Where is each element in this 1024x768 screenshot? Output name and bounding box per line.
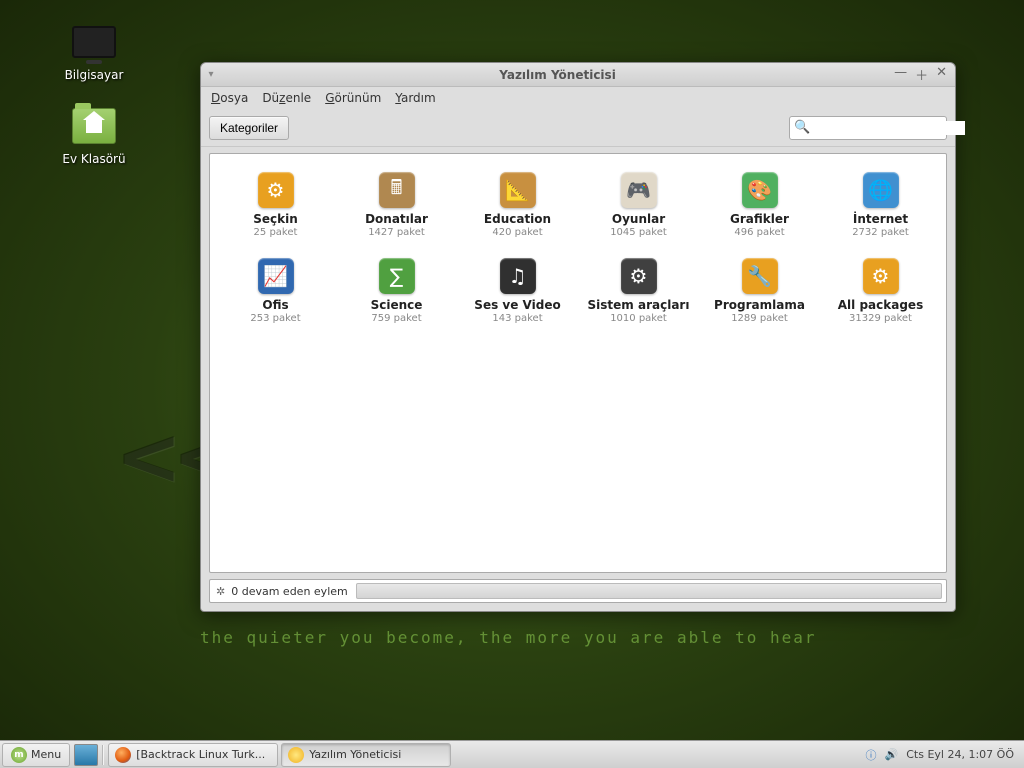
start-menu-label: Menu bbox=[31, 748, 61, 761]
category-name: Grafikler bbox=[702, 212, 817, 226]
taskbar-item-label: [Backtrack Linux Turk... bbox=[136, 748, 265, 761]
category-item[interactable]: ⚙ Seçkin25 paket bbox=[218, 172, 333, 238]
category-name: Oyunlar bbox=[581, 212, 696, 226]
category-item[interactable]: ∑ Science759 paket bbox=[339, 258, 454, 324]
category-count: 143 paket bbox=[460, 313, 575, 324]
category-icon: 📈 bbox=[258, 258, 294, 294]
category-item[interactable]: 🎮 Oyunlar1045 paket bbox=[581, 172, 696, 238]
menu-view[interactable]: Görünüm bbox=[325, 91, 381, 105]
info-icon[interactable]: ⓘ bbox=[866, 747, 877, 763]
category-icon: ⚙ bbox=[863, 258, 899, 294]
category-list: ⚙ Seçkin25 paket 🖩 Donatılar1427 paket 📐 Educ… bbox=[209, 153, 947, 573]
category-count: 1427 paket bbox=[339, 227, 454, 238]
category-name: Sistem araçları bbox=[581, 298, 696, 312]
minimize-button[interactable]: — bbox=[894, 65, 907, 84]
category-icon: ⚙ bbox=[258, 172, 294, 208]
category-name: Ofis bbox=[218, 298, 333, 312]
window-title: Yazılım Yöneticisi bbox=[221, 68, 894, 82]
category-name: Donatılar bbox=[339, 212, 454, 226]
close-button[interactable]: ✕ bbox=[936, 65, 947, 84]
gear-icon: ✲ bbox=[210, 585, 231, 598]
taskbar-item-label: Yazılım Yöneticisi bbox=[309, 748, 401, 761]
category-name: Education bbox=[460, 212, 575, 226]
category-icon: 🎨 bbox=[742, 172, 778, 208]
category-count: 1010 paket bbox=[581, 313, 696, 324]
category-item[interactable]: 📈 Ofis253 paket bbox=[218, 258, 333, 324]
status-text: 0 devam eden eylem bbox=[231, 585, 354, 598]
system-tray: ⓘ 🔊 Cts Eyl 24, 1:07 ÖÖ bbox=[856, 747, 1024, 763]
system-menu-icon[interactable]: ▾ bbox=[201, 69, 221, 80]
category-item[interactable]: 📐 Education420 paket bbox=[460, 172, 575, 238]
category-count: 2732 paket bbox=[823, 227, 938, 238]
menubar: Dosya Düzenle Görünüm Yardım bbox=[201, 87, 955, 109]
category-icon: 🌐 bbox=[863, 172, 899, 208]
firefox-icon bbox=[115, 747, 131, 763]
category-count: 1045 paket bbox=[581, 227, 696, 238]
desktop-icon-label: Bilgisayar bbox=[50, 68, 138, 82]
taskbar-item-software-manager[interactable]: Yazılım Yöneticisi bbox=[281, 743, 451, 767]
category-count: 759 paket bbox=[339, 313, 454, 324]
category-item[interactable]: 🎨 Grafikler496 paket bbox=[702, 172, 817, 238]
category-icon: ♫ bbox=[500, 258, 536, 294]
software-manager-icon bbox=[288, 747, 304, 763]
clock[interactable]: Cts Eyl 24, 1:07 ÖÖ bbox=[906, 748, 1014, 761]
category-name: Ses ve Video bbox=[460, 298, 575, 312]
menu-help[interactable]: Yardım bbox=[395, 91, 435, 105]
panel-separator bbox=[102, 745, 104, 765]
wallpaper-text: the quieter you become, the more you are… bbox=[200, 628, 817, 647]
category-name: Science bbox=[339, 298, 454, 312]
category-count: 420 paket bbox=[460, 227, 575, 238]
search-input[interactable] bbox=[810, 121, 965, 135]
progress-bar bbox=[356, 583, 942, 599]
category-icon: ∑ bbox=[379, 258, 415, 294]
category-name: Programlama bbox=[702, 298, 817, 312]
start-menu-button[interactable]: m Menu bbox=[2, 743, 70, 767]
category-icon: 🔧 bbox=[742, 258, 778, 294]
category-count: 31329 paket bbox=[823, 313, 938, 324]
category-item[interactable]: 🔧 Programlama1289 paket bbox=[702, 258, 817, 324]
maximize-button[interactable]: ＋ bbox=[915, 65, 928, 84]
category-item[interactable]: 🌐 İnternet2732 paket bbox=[823, 172, 938, 238]
category-count: 496 paket bbox=[702, 227, 817, 238]
category-name: Seçkin bbox=[218, 212, 333, 226]
software-manager-window: ▾ Yazılım Yöneticisi — ＋ ✕ Dosya Düzenle… bbox=[200, 62, 956, 612]
categories-button[interactable]: Kategoriler bbox=[209, 116, 289, 140]
menu-edit[interactable]: Düzenle bbox=[262, 91, 311, 105]
monitor-icon bbox=[70, 20, 118, 64]
mint-logo-icon: m bbox=[11, 747, 27, 763]
titlebar[interactable]: ▾ Yazılım Yöneticisi — ＋ ✕ bbox=[201, 63, 955, 87]
folder-home-icon bbox=[70, 104, 118, 148]
category-count: 1289 paket bbox=[702, 313, 817, 324]
category-count: 253 paket bbox=[218, 313, 333, 324]
menu-file[interactable]: Dosya bbox=[211, 91, 248, 105]
category-icon: 📐 bbox=[500, 172, 536, 208]
desktop-icon-label: Ev Klasörü bbox=[50, 152, 138, 166]
category-name: All packages bbox=[823, 298, 938, 312]
category-name: İnternet bbox=[823, 212, 938, 226]
show-desktop-button[interactable] bbox=[74, 744, 98, 766]
volume-icon[interactable]: 🔊 bbox=[885, 748, 899, 761]
category-item[interactable]: ⚙ Sistem araçları1010 paket bbox=[581, 258, 696, 324]
category-icon: ⚙ bbox=[621, 258, 657, 294]
category-count: 25 paket bbox=[218, 227, 333, 238]
category-item[interactable]: ♫ Ses ve Video143 paket bbox=[460, 258, 575, 324]
search-box[interactable]: 🔍 bbox=[789, 116, 947, 140]
category-item[interactable]: ⚙ All packages31329 paket bbox=[823, 258, 938, 324]
desktop-icon-home[interactable]: Ev Klasörü bbox=[50, 104, 138, 166]
toolbar: Kategoriler 🔍 bbox=[201, 109, 955, 147]
search-icon: 🔍 bbox=[794, 120, 810, 135]
bottom-panel: m Menu [Backtrack Linux Turk... Yazılım … bbox=[0, 740, 1024, 768]
taskbar-item-firefox[interactable]: [Backtrack Linux Turk... bbox=[108, 743, 278, 767]
category-icon: 🖩 bbox=[379, 172, 415, 208]
statusbar: ✲ 0 devam eden eylem bbox=[209, 579, 947, 603]
category-item[interactable]: 🖩 Donatılar1427 paket bbox=[339, 172, 454, 238]
desktop-icon-computer[interactable]: Bilgisayar bbox=[50, 20, 138, 82]
category-icon: 🎮 bbox=[621, 172, 657, 208]
